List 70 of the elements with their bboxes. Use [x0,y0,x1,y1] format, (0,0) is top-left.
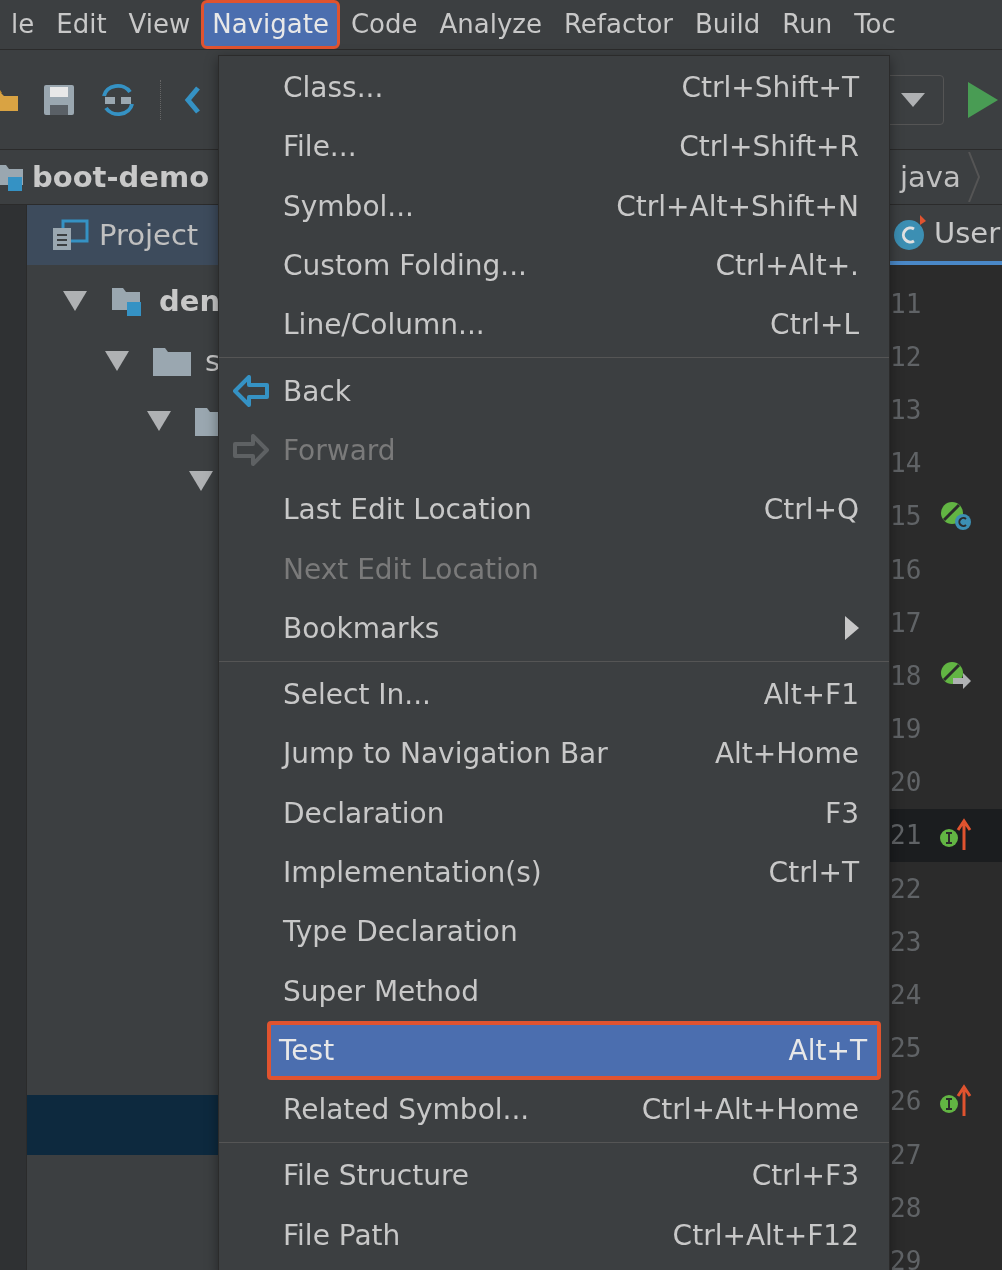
menu-item[interactable]: Refactor [552,0,684,49]
line-number: 22 [890,873,922,904]
menu-item[interactable]: File Structure Ctrl+F3 [219,1146,889,1206]
expanded-arrow-icon[interactable] [147,411,171,431]
line-number: 17 [890,607,922,638]
menu-item[interactable]: Run [771,0,844,49]
menu-item[interactable]: Edit [45,0,118,49]
menu-item[interactable]: Toc [843,0,907,49]
line-number: 13 [890,394,922,425]
line-number: 25 [890,1033,922,1064]
implements-icon[interactable] [939,818,974,853]
tree-item-label[interactable]: s [205,344,218,378]
line-number: 16 [890,554,922,585]
line-number: 11 [890,288,922,319]
save-icon[interactable] [42,82,76,117]
menu-item[interactable]: File... Ctrl+Shift+R [219,117,889,177]
menu-item[interactable]: Declaration F3 [219,783,889,843]
implements-icon[interactable] [939,1084,974,1119]
menu-item[interactable]: Code [339,0,429,49]
menu-item[interactable]: View [117,0,202,49]
forward-arrow-icon [233,434,269,467]
menu-item[interactable]: Type Declaration [219,902,889,962]
menu-item[interactable]: File Path Ctrl+Alt+F12 [219,1205,889,1265]
menu-item[interactable]: Select In... Alt+F1 [219,664,889,725]
menu-item[interactable]: Custom Folding... Ctrl+Alt+. [219,235,889,296]
menu-item[interactable]: Analyze [428,0,553,49]
run-icon[interactable] [968,81,998,118]
menu-item[interactable]: Last Edit Location Ctrl+Q [219,480,889,540]
line-number: 20 [890,767,922,798]
menu-item[interactable]: Related Symbol... Ctrl+Alt+Home [219,1080,889,1140]
line-number: 23 [890,926,922,957]
line-number: 24 [890,980,922,1011]
breadcrumb-item[interactable]: java [900,160,961,194]
panel-tab[interactable]: Project [27,205,218,265]
menu-item[interactable]: Class... Ctrl+Shift+T [219,58,889,118]
expanded-arrow-icon[interactable] [105,351,129,371]
breadcrumb-item[interactable]: boot-demo [32,160,210,194]
bean-navigate-icon[interactable] [939,659,974,692]
submenu-arrow-icon [845,616,859,641]
menu-item[interactable]: Symbol... Ctrl+Alt+Shift+N [219,176,889,236]
line-number: 18 [890,660,922,691]
line-number: 26 [890,1086,922,1117]
bean-icon[interactable] [939,500,974,533]
line-number: 14 [890,448,922,479]
line-number: 15 [890,501,922,532]
class-icon [892,215,928,251]
line-number: 21 [890,820,922,851]
chevron-icon [966,152,981,202]
menu-item[interactable]: Super Method [219,961,889,1021]
menu-item[interactable]: Bookmarks [219,598,889,658]
back-arrow-icon [233,375,269,408]
expanded-arrow-icon[interactable] [63,291,87,311]
folder-icon [153,346,191,376]
menu-item[interactable]: Line/Column... Ctrl+L [219,295,889,355]
expanded-arrow-icon[interactable] [189,471,213,491]
menu-item[interactable]: Test Alt+T [267,1020,881,1081]
line-number: 19 [890,714,922,745]
project-icon [51,219,89,251]
line-number: 27 [890,1139,922,1170]
line-number: 12 [890,341,922,372]
menu-item[interactable]: Build [684,0,772,49]
line-number: 29 [890,1245,922,1270]
tree-item-label[interactable]: den [159,284,218,318]
menu-item[interactable]: Back [219,361,889,421]
menu-item[interactable]: Implementation(s) Ctrl+T [219,842,889,903]
menu-item[interactable]: Jump to Navigation Bar Alt+Home [219,724,889,784]
menu-item[interactable]: Navigate [201,0,340,49]
menu-item[interactable]: le [0,0,46,49]
line-number: 28 [890,1192,922,1223]
caret-icon [901,92,925,107]
